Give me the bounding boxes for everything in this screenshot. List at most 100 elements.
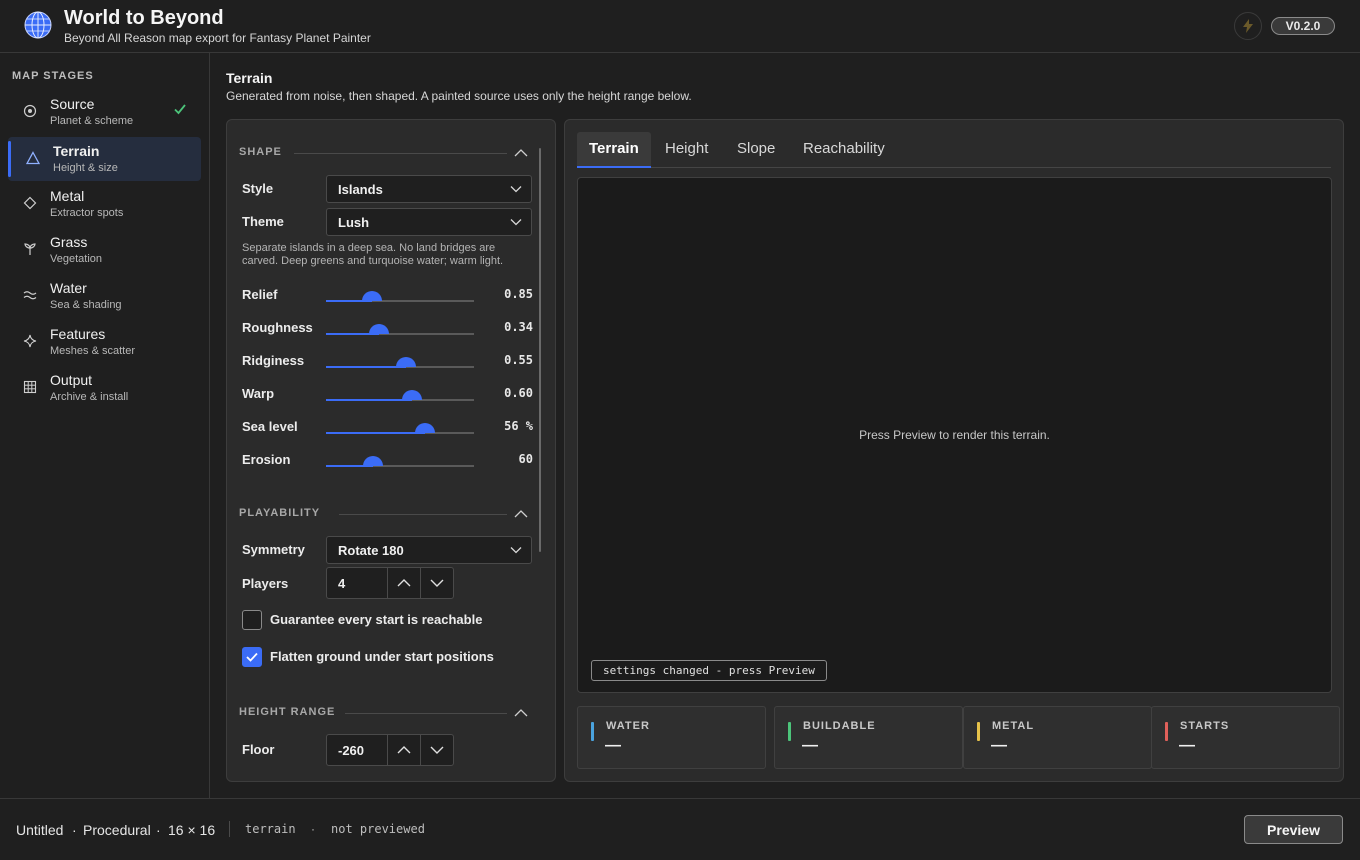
grid-icon	[22, 379, 38, 395]
slider-thumb[interactable]	[415, 423, 436, 433]
slider-thumb[interactable]	[401, 390, 422, 400]
section-divider	[294, 153, 507, 154]
sidebar-item-sublabel: Archive & install	[50, 391, 129, 403]
check-icon	[246, 652, 258, 662]
preview-panel: Terrain Height Slope Reachability Press …	[564, 119, 1344, 782]
sea-level-label: Sea level	[242, 419, 298, 434]
tab-terrain[interactable]: Terrain	[577, 132, 651, 168]
warp-slider[interactable]	[326, 388, 474, 404]
sparkle-icon	[22, 333, 38, 349]
warp-label: Warp	[242, 386, 275, 401]
players-label: Players	[242, 576, 289, 591]
stat-card-metal: METAL —	[963, 706, 1152, 769]
tab-slope[interactable]: Slope	[725, 132, 787, 168]
symmetry-label: Symmetry	[242, 542, 305, 557]
reachable-checkbox[interactable]	[242, 610, 262, 630]
sidebar-item-source[interactable]: Source Planet & scheme	[8, 90, 201, 134]
app-subtitle: Beyond All Reason map export for Fantasy…	[64, 31, 371, 45]
erosion-value: 60	[518, 452, 533, 466]
decrement-button[interactable]	[420, 568, 453, 598]
page-title: Terrain	[226, 70, 273, 86]
stat-color-bar	[977, 722, 980, 741]
theme-select[interactable]: Lush	[326, 208, 532, 236]
players-stepper[interactable]: 4	[326, 567, 454, 599]
terrain-controls-panel[interactable]: SHAPE Style Islands Theme Lush Separate …	[226, 119, 556, 782]
ridginess-label: Ridginess	[242, 353, 305, 368]
flatten-checkbox[interactable]	[242, 647, 262, 667]
page-description: Generated from noise, then shaped. A pai…	[226, 89, 692, 103]
slider-fill	[326, 399, 412, 401]
current-stage: terrain	[245, 822, 296, 836]
sidebar-item-sublabel: Planet & scheme	[50, 115, 134, 127]
status-bar: Untitled · Procedural · 16 × 16 terrain …	[0, 798, 1360, 860]
relief-slider[interactable]	[326, 289, 474, 305]
style-label: Style	[242, 181, 274, 196]
stat-card-water: WATER —	[577, 706, 766, 769]
sidebar-item-features[interactable]: Features Meshes & scatter	[8, 320, 201, 364]
increment-button[interactable]	[387, 735, 420, 765]
map-size: 16 × 16	[168, 822, 216, 838]
decrement-button[interactable]	[420, 735, 453, 765]
theme-label: Theme	[242, 214, 284, 229]
section-header-playability[interactable]: PLAYABILITY	[239, 507, 529, 521]
stat-card-buildable: BUILDABLE —	[774, 706, 963, 769]
style-description: Separate islands in a deep sea. No land …	[242, 242, 504, 267]
sidebar-item-sublabel: Sea & shading	[50, 299, 122, 311]
target-icon	[22, 103, 38, 119]
section-header-height-range[interactable]: HEIGHT RANGE	[239, 706, 529, 720]
sidebar-item-label: Grass	[50, 234, 88, 250]
scrollbar[interactable]	[539, 148, 541, 552]
chevron-up-icon[interactable]	[513, 706, 529, 720]
app-title: World to Beyond	[64, 7, 224, 29]
chevron-up-icon	[397, 579, 411, 587]
sea-level-slider[interactable]	[326, 421, 474, 437]
slider-thumb[interactable]	[361, 291, 382, 301]
floor-stepper[interactable]: -260	[326, 734, 454, 766]
tab-height[interactable]: Height	[653, 132, 720, 168]
tab-reachability[interactable]: Reachability	[791, 132, 897, 168]
section-label: SHAPE	[239, 146, 282, 158]
ridginess-slider[interactable]	[326, 355, 474, 371]
sidebar-item-terrain[interactable]: Terrain Height & size	[8, 137, 201, 181]
sidebar-item-metal[interactable]: Metal Extractor spots	[8, 182, 201, 226]
chevron-up-icon[interactable]	[513, 146, 529, 160]
power-button[interactable]	[1234, 12, 1262, 40]
players-value: 4	[338, 576, 346, 591]
roughness-slider[interactable]	[326, 322, 474, 338]
flatten-label: Flatten ground under start positions	[270, 649, 494, 664]
preview-button[interactable]: Preview	[1244, 815, 1343, 844]
preview-canvas[interactable]: Press Preview to render this terrain. se…	[577, 177, 1332, 693]
sidebar-item-label: Output	[50, 372, 93, 388]
sidebar-item-water[interactable]: Water Sea & shading	[8, 274, 201, 318]
slider-thumb[interactable]	[369, 324, 390, 334]
sidebar-item-label: Source	[50, 96, 95, 112]
slider-fill	[326, 366, 406, 368]
waves-icon	[22, 287, 38, 303]
warp-value: 0.60	[504, 386, 533, 400]
stat-value: —	[605, 737, 621, 754]
reachable-label: Guarantee every start is reachable	[270, 612, 483, 627]
stat-label: METAL	[992, 720, 1035, 732]
sidebar-item-sublabel: Vegetation	[50, 253, 102, 265]
symmetry-select[interactable]: Rotate 180	[326, 536, 532, 564]
section-header-shape[interactable]: SHAPE	[239, 146, 529, 160]
triangle-icon	[25, 150, 41, 166]
erosion-label: Erosion	[242, 452, 291, 467]
sidebar-item-label: Features	[50, 326, 106, 342]
roughness-label: Roughness	[242, 320, 313, 335]
slider-thumb[interactable]	[395, 357, 416, 367]
style-select[interactable]: Islands	[326, 175, 532, 203]
chevron-up-icon[interactable]	[513, 507, 529, 521]
stat-color-bar	[1165, 722, 1168, 741]
sea-level-value: 56 %	[504, 419, 533, 433]
sidebar-item-output[interactable]: Output Archive & install	[8, 366, 201, 410]
slider-thumb[interactable]	[363, 456, 384, 466]
increment-button[interactable]	[387, 568, 420, 598]
erosion-slider[interactable]	[326, 454, 474, 470]
sidebar-item-label: Water	[50, 280, 87, 296]
sidebar-item-label: Terrain	[53, 143, 100, 159]
sidebar-item-grass[interactable]: Grass Vegetation	[8, 228, 201, 272]
roughness-value: 0.34	[504, 320, 533, 334]
preview-state: not previewed	[331, 822, 425, 836]
dot-separator: ·	[156, 822, 161, 838]
